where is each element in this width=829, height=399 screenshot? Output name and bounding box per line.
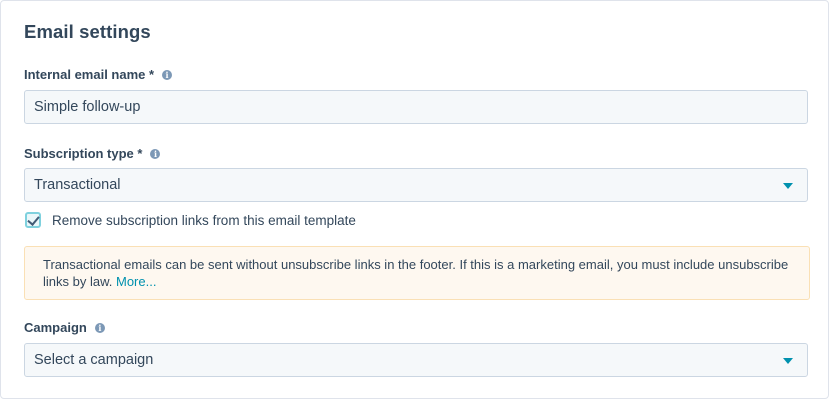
section-title: Email settings: [24, 21, 151, 42]
checkmark-icon: [27, 213, 40, 226]
chevron-down-icon: [783, 183, 793, 189]
info-icon[interactable]: i: [162, 69, 173, 80]
subscription-type-label-row: Subscription type * i: [24, 146, 161, 161]
info-icon[interactable]: i: [94, 322, 105, 333]
email-settings-panel: Email settings Internal email name * i S…: [0, 0, 829, 399]
internal-name-label: Internal email name *: [24, 67, 155, 82]
remove-links-row[interactable]: Remove subscription links from this emai…: [25, 212, 356, 228]
internal-name-value: Simple follow-up: [34, 99, 141, 115]
campaign-placeholder: Select a campaign: [34, 352, 154, 368]
campaign-label-row: Campaign i: [24, 320, 105, 335]
chevron-down-icon: [783, 358, 793, 364]
info-icon[interactable]: i: [150, 148, 161, 159]
campaign-label: Campaign: [24, 320, 87, 335]
subscription-type-label: Subscription type *: [24, 146, 143, 161]
campaign-select[interactable]: Select a campaign: [24, 343, 808, 377]
internal-name-label-row: Internal email name * i: [24, 67, 173, 82]
remove-links-label[interactable]: Remove subscription links from this emai…: [52, 213, 356, 228]
more-link[interactable]: More...: [116, 274, 156, 289]
remove-links-checkbox[interactable]: [25, 212, 41, 228]
internal-name-input[interactable]: Simple follow-up: [24, 90, 808, 124]
subscription-type-select[interactable]: Transactional: [24, 168, 808, 202]
transactional-notice: Transactional emails can be sent without…: [24, 246, 810, 300]
subscription-type-value: Transactional: [34, 177, 121, 193]
